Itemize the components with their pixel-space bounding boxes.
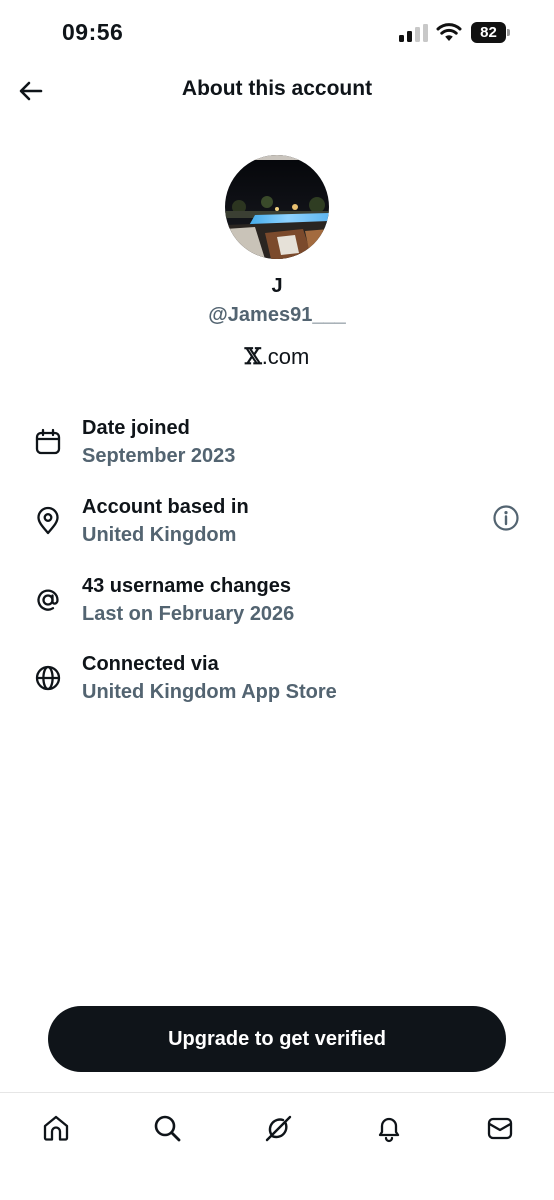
nav-grok[interactable] <box>261 1111 295 1145</box>
location-pin-icon <box>37 506 59 535</box>
info-row-value: September 2023 <box>82 445 236 467</box>
battery-level: 82 <box>471 22 506 43</box>
bottom-nav <box>0 1092 554 1200</box>
about-account-screen: 09:56 82 About this account J @James91__… <box>0 0 554 1200</box>
nav-home[interactable] <box>39 1111 73 1145</box>
calendar-icon <box>35 428 61 455</box>
battery-cap <box>507 29 510 36</box>
grok-icon <box>265 1115 292 1142</box>
username-handle: @James91___ <box>208 304 346 326</box>
nav-search[interactable] <box>150 1111 184 1145</box>
info-row-username-changes: 43 username changes Last on February 202… <box>0 575 554 639</box>
info-row-value: Last on February 2026 <box>82 603 295 625</box>
battery-icon: 82 <box>471 22 511 43</box>
display-name: J <box>271 275 283 297</box>
upgrade-verified-button[interactable]: Upgrade to get verified <box>48 1006 506 1072</box>
page-title: About this account <box>181 77 373 100</box>
bell-icon <box>378 1117 400 1143</box>
at-sign-icon <box>37 589 59 611</box>
wifi-icon <box>436 23 462 41</box>
info-row-value: United Kingdom <box>82 524 237 546</box>
nav-messages[interactable] <box>483 1111 517 1145</box>
home-icon <box>43 1115 69 1141</box>
avatar-image <box>225 155 329 259</box>
info-row-title: Date joined <box>82 417 190 439</box>
info-row-title: Connected via <box>82 653 219 675</box>
x-logo-icon: 𝕏 <box>244 344 262 370</box>
status-bar: 09:56 82 <box>0 0 554 66</box>
search-icon <box>154 1115 181 1142</box>
cellular-signal-icon <box>399 24 428 42</box>
globe-icon <box>35 665 61 691</box>
avatar[interactable] <box>225 155 329 259</box>
platform-domain-suffix: .com <box>261 344 310 369</box>
info-row-title: Account based in <box>82 496 249 518</box>
info-row-value: United Kingdom App Store <box>82 681 337 703</box>
info-row-connected-via: Connected via United Kingdom App Store <box>0 653 554 717</box>
info-icon[interactable] <box>492 504 520 532</box>
info-row-date-joined: Date joined September 2023 <box>0 417 554 481</box>
status-time: 09:56 <box>62 19 124 45</box>
mail-icon <box>487 1117 513 1140</box>
platform-domain: 𝕏.com <box>0 344 554 370</box>
info-row-title: 43 username changes <box>82 575 291 597</box>
top-app-bar: About this account <box>0 66 554 116</box>
nav-notifications[interactable] <box>372 1111 406 1145</box>
info-row-account-based-in: Account based in United Kingdom <box>0 496 554 560</box>
